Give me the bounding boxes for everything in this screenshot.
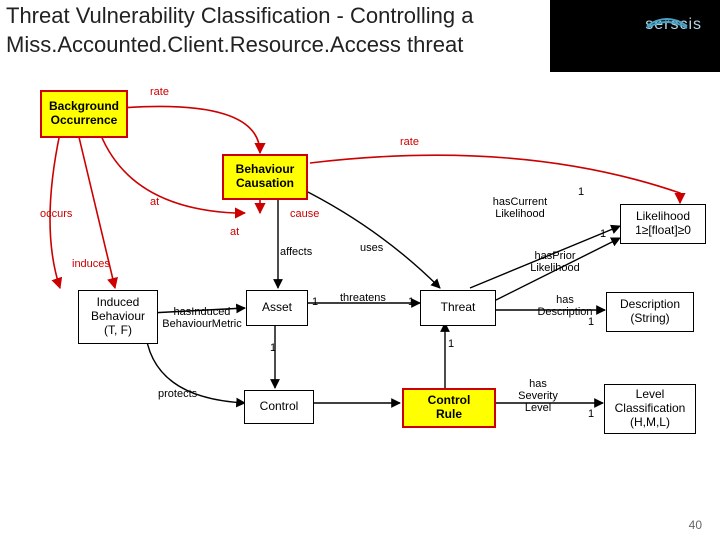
edge-protects: protects [158,388,197,400]
slide-header: Threat Vulnerability Classification - Co… [0,0,720,72]
node-behaviour-causation: BehaviourCausation [222,154,308,200]
node-control: Control [244,390,314,424]
mult-1d: 1 [270,342,276,354]
mult-1a: 1 [578,186,584,198]
edge-at-1: at [150,196,159,208]
edge-has-current: hasCurrentLikelihood [480,196,560,220]
node-induced-behaviour: InducedBehaviour(T, F) [78,290,158,344]
edge-induces: induces [72,258,110,270]
edge-has-induced: hasInducedBehaviourMetric [162,306,242,330]
mult-1c: 1 [312,296,318,308]
edge-uses: uses [360,242,383,254]
mult-1e: 1 [588,316,594,328]
mult-1f: 1 [448,338,454,350]
edge-cause: cause [290,208,319,220]
edge-has-prior: hasPriorLikelihood [520,250,590,274]
edge-rate-1: rate [150,86,169,98]
slide-title: Threat Vulnerability Classification - Co… [6,2,526,59]
node-likelihood: Likelihood1≥[float]≥0 [620,204,706,244]
node-background-occurrence: BackgroundOccurrence [40,90,128,138]
edge-threatens: threatens [340,292,386,304]
edge-rate-2: rate [400,136,419,148]
mult-1b: 1 [600,228,606,240]
mult-1h: 1 [408,296,414,308]
logo-band: serscis [550,0,720,72]
diagram-stage: BackgroundOccurrence BehaviourCausation … [0,78,720,518]
brand-logo: serscis [645,16,702,34]
edge-affects: affects [280,246,312,258]
page-number: 40 [689,518,702,532]
node-description: Description(String) [606,292,694,332]
edge-at-2: at [230,226,239,238]
node-asset: Asset [246,290,308,326]
edge-has-description: hasDescription [530,294,600,318]
node-level-classification: LevelClassification(H,M,L) [604,384,696,434]
edge-has-severity: hasSeverityLevel [508,378,568,414]
node-control-rule: ControlRule [402,388,496,428]
edge-occurs: occurs [40,208,72,220]
mult-1g: 1 [588,408,594,420]
node-threat: Threat [420,290,496,326]
